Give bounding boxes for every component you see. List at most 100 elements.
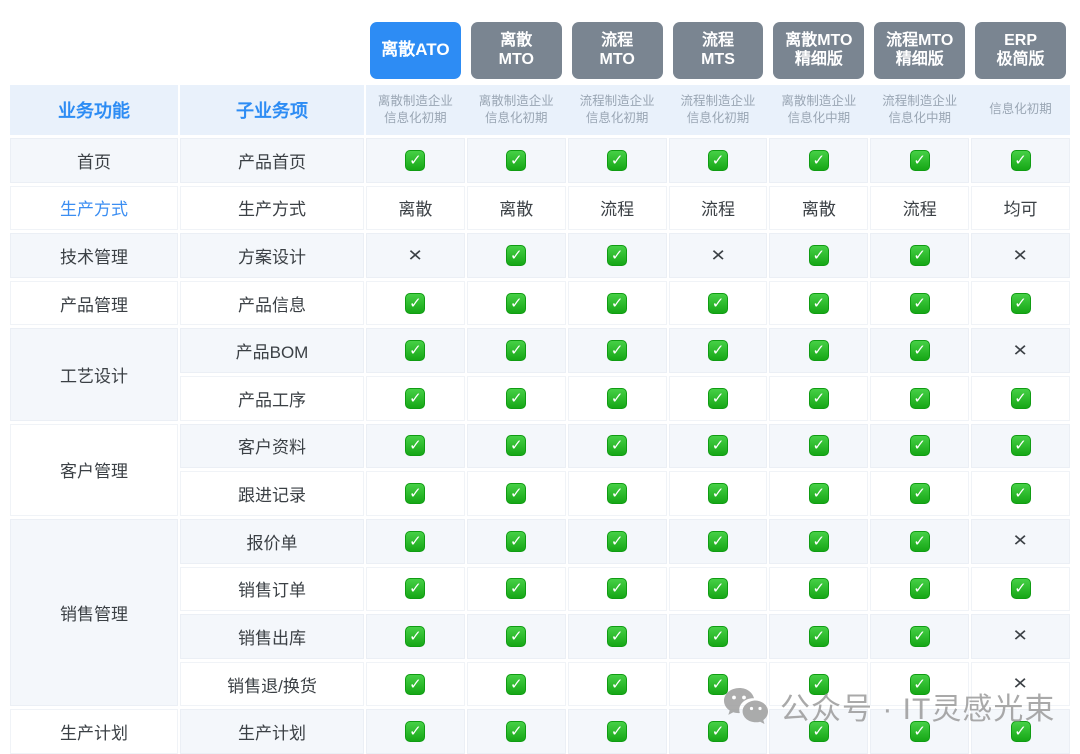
check-icon: ✓	[809, 674, 829, 695]
value-cell: ✓	[568, 567, 667, 612]
check-icon: ✓	[809, 340, 829, 361]
value-cell: ✓	[669, 567, 768, 612]
value-cell: ✓	[769, 138, 868, 183]
value-cell: ✓	[568, 424, 667, 469]
check-icon: ✓	[708, 578, 728, 599]
check-icon: ✓	[910, 388, 930, 409]
check-icon: ✓	[405, 674, 425, 695]
value-cell: ✓	[467, 567, 566, 612]
check-icon: ✓	[506, 721, 526, 742]
check-icon: ✓	[809, 626, 829, 647]
tab-product-4[interactable]: 流程 MTS	[673, 22, 764, 79]
check-icon: ✓	[405, 483, 425, 504]
check-icon: ✓	[809, 483, 829, 504]
value-cell: ×	[971, 519, 1070, 564]
check-icon: ✓	[708, 674, 728, 695]
value-cell: ✓	[366, 471, 465, 516]
value-cell: ✓	[870, 519, 969, 564]
check-icon: ✓	[910, 674, 930, 695]
value-cell: ✓	[769, 233, 868, 278]
value-cell: ✓	[669, 614, 768, 659]
value-cell: ✓	[568, 233, 667, 278]
check-icon: ✓	[607, 626, 627, 647]
value-cell: ✓	[870, 138, 969, 183]
check-icon: ✓	[708, 435, 728, 456]
check-icon: ✓	[910, 435, 930, 456]
value-cell: ✓	[870, 662, 969, 707]
value-cell: ✓	[467, 376, 566, 421]
check-icon: ✓	[506, 674, 526, 695]
value-cell: ✓	[669, 662, 768, 707]
check-icon: ✓	[607, 674, 627, 695]
check-icon: ✓	[607, 245, 627, 266]
sub-item-label: 产品BOM	[180, 328, 364, 373]
tab-product-5[interactable]: 离散MTO 精细版	[773, 22, 864, 79]
sub-item-label: 产品首页	[180, 138, 364, 183]
value-cell: ✓	[366, 138, 465, 183]
value-cell: ✓	[870, 709, 969, 754]
value-cell: ✓	[870, 567, 969, 612]
value-cell: ✓	[568, 471, 667, 516]
group-label: 销售管理	[10, 519, 178, 706]
column-header-business-function: 业务功能	[10, 85, 178, 135]
check-icon: ✓	[910, 245, 930, 266]
value-cell: ✓	[467, 519, 566, 564]
value-cell: ✓	[769, 662, 868, 707]
tab-product-6[interactable]: 流程MTO 精细版	[874, 22, 965, 79]
cross-icon: ×	[1014, 672, 1028, 696]
value-cell: ✓	[769, 709, 868, 754]
value-cell: ✓	[669, 471, 768, 516]
check-icon: ✓	[1011, 388, 1031, 409]
value-cell-text: 流程	[669, 186, 768, 231]
check-icon: ✓	[809, 435, 829, 456]
value-cell: ✓	[366, 567, 465, 612]
product-subtitle-1: 离散制造企业 信息化初期	[366, 85, 465, 135]
value-cell-text: 均可	[971, 186, 1070, 231]
check-icon: ✓	[506, 293, 526, 314]
value-cell: ×	[971, 662, 1070, 707]
check-icon: ✓	[910, 293, 930, 314]
cross-icon: ×	[1014, 244, 1028, 268]
value-cell: ✓	[467, 709, 566, 754]
value-cell-text: 离散	[467, 186, 566, 231]
check-icon: ✓	[809, 150, 829, 171]
check-icon: ✓	[910, 721, 930, 742]
cross-icon: ×	[1014, 339, 1028, 363]
product-subtitle-band: 离散制造企业 信息化初期离散制造企业 信息化初期流程制造企业 信息化初期流程制造…	[366, 85, 1070, 135]
tab-product-3[interactable]: 流程 MTO	[572, 22, 663, 79]
value-cell: ×	[971, 233, 1070, 278]
value-cell: ✓	[971, 281, 1070, 326]
check-icon: ✓	[405, 578, 425, 599]
sub-item-label: 报价单	[180, 519, 364, 564]
check-icon: ✓	[405, 435, 425, 456]
group-label: 工艺设计	[10, 328, 178, 420]
value-cell: ✓	[971, 424, 1070, 469]
tab-product-7[interactable]: ERP 极简版	[975, 22, 1066, 79]
value-cell: ✓	[366, 519, 465, 564]
group-label: 客户管理	[10, 424, 178, 516]
check-icon: ✓	[910, 626, 930, 647]
tab-product-1[interactable]: 离散ATO	[370, 22, 461, 79]
check-icon: ✓	[506, 435, 526, 456]
value-cell-text: 流程	[568, 186, 667, 231]
tab-product-2[interactable]: 离散 MTO	[471, 22, 562, 79]
feature-comparison-table: 业务功能 子业务项 离散制造企业 信息化初期离散制造企业 信息化初期流程制造企业…	[10, 22, 1070, 754]
value-cell: ✓	[669, 281, 768, 326]
comparison-table-page: 业务功能 子业务项 离散制造企业 信息化初期离散制造企业 信息化初期流程制造企业…	[0, 0, 1080, 754]
value-cell: ✓	[467, 424, 566, 469]
sub-item-label: 客户资料	[180, 424, 364, 469]
check-icon: ✓	[1011, 293, 1031, 314]
check-icon: ✓	[405, 626, 425, 647]
value-cell: ✓	[568, 519, 667, 564]
check-icon: ✓	[607, 531, 627, 552]
check-icon: ✓	[809, 531, 829, 552]
check-icon: ✓	[1011, 150, 1031, 171]
product-subtitle-3: 流程制造企业 信息化初期	[568, 85, 667, 135]
value-cell: ✓	[870, 281, 969, 326]
sub-item-label: 销售出库	[180, 614, 364, 659]
check-icon: ✓	[1011, 483, 1031, 504]
value-cell: ✓	[568, 281, 667, 326]
check-icon: ✓	[809, 245, 829, 266]
value-cell: ✓	[467, 233, 566, 278]
check-icon: ✓	[910, 578, 930, 599]
